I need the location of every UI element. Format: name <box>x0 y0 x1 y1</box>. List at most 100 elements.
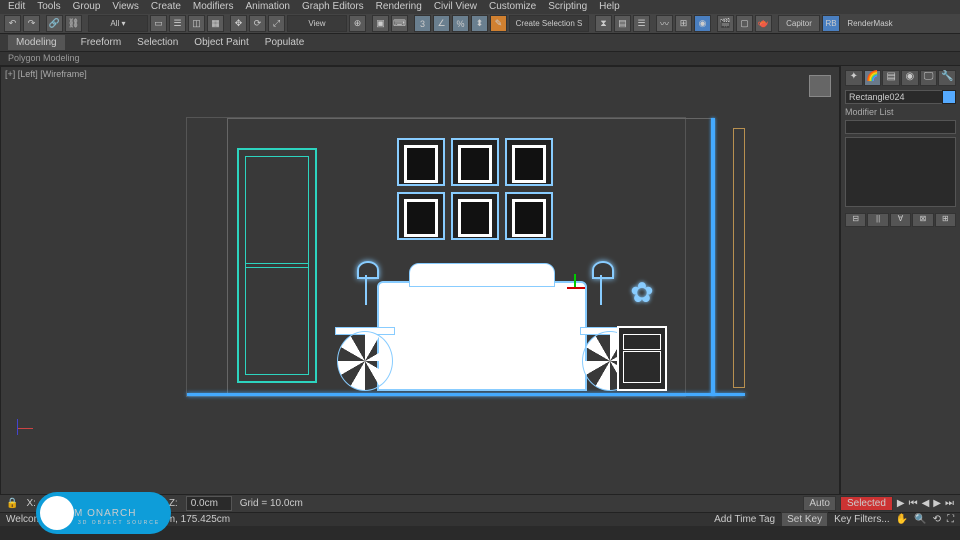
next-frame-icon[interactable]: ▶ <box>933 498 941 509</box>
tab-objectpaint[interactable]: Object Paint <box>194 37 248 48</box>
nightstand[interactable] <box>617 326 667 391</box>
select-manipulate-icon[interactable]: ▣ <box>372 15 389 32</box>
selection-filter-dropdown[interactable]: All ▾ <box>88 15 148 32</box>
keyboard-shortcut-icon[interactable]: ⌨ <box>391 15 408 32</box>
orbit-icon[interactable]: ⟲ <box>933 514 941 525</box>
modifier-stack[interactable] <box>845 137 956 207</box>
select-icon[interactable]: ▭ <box>150 15 167 32</box>
menu-help[interactable]: Help <box>599 1 620 13</box>
x-label: X: <box>26 498 35 509</box>
modify-tab-icon[interactable]: 🌈 <box>864 70 882 86</box>
menu-scripting[interactable]: Scripting <box>548 1 587 13</box>
mirror-icon[interactable]: ⧗ <box>595 15 612 32</box>
utilities-tab-icon[interactable]: 🔧 <box>938 70 956 86</box>
menu-group[interactable]: Group <box>73 1 101 13</box>
modifier-list-dropdown[interactable] <box>845 120 956 134</box>
motion-tab-icon[interactable]: ◉ <box>901 70 919 86</box>
rendermask-badge-icon[interactable]: RB <box>822 15 840 32</box>
ribbon-panel-label: Polygon Modeling <box>0 52 960 66</box>
bed-object[interactable] <box>377 281 587 391</box>
display-tab-icon[interactable]: 🖵 <box>920 70 938 86</box>
curve-editor-icon[interactable]: 〰 <box>656 15 673 32</box>
percent-snap-icon[interactable]: % <box>452 15 469 32</box>
hierarchy-tab-icon[interactable]: ▤ <box>882 70 900 86</box>
set-key-button[interactable]: Set Key <box>781 512 828 527</box>
menu-rendering[interactable]: Rendering <box>376 1 422 13</box>
menu-modifiers[interactable]: Modifiers <box>193 1 234 13</box>
spinner-snap-icon[interactable]: ⬍ <box>471 15 488 32</box>
rotate-icon[interactable]: ⟳ <box>249 15 266 32</box>
menu-tools[interactable]: Tools <box>37 1 60 13</box>
menu-bar[interactable]: Edit Tools Group Views Create Modifiers … <box>0 0 960 14</box>
undo-icon[interactable]: ↶ <box>4 15 21 32</box>
scale-icon[interactable]: ⤢ <box>268 15 285 32</box>
maximize-icon[interactable]: ⛶ <box>947 514 954 525</box>
menu-views[interactable]: Views <box>112 1 139 13</box>
render-setup-icon[interactable]: 🎬 <box>717 15 734 32</box>
grid-label: Grid = 10.0cm <box>240 498 303 509</box>
plant-object[interactable]: ✿ <box>622 276 662 326</box>
move-icon[interactable]: ✥ <box>230 15 247 32</box>
pivot-icon[interactable]: ⊕ <box>349 15 366 32</box>
viewcube[interactable] <box>809 75 831 97</box>
main-area: [+] [Left] [Wireframe] ✿ ✦ 🌈 ▤ ◉ <box>0 66 960 508</box>
window-crossing-icon[interactable]: ▦ <box>207 15 224 32</box>
angle-snap-icon[interactable]: ∠ <box>433 15 450 32</box>
redo-icon[interactable]: ↷ <box>23 15 40 32</box>
goto-end-icon[interactable]: ⏭ <box>945 498 954 509</box>
layer-icon[interactable]: ☰ <box>633 15 650 32</box>
select-name-icon[interactable]: ☰ <box>169 15 186 32</box>
add-time-tag[interactable]: Add Time Tag <box>714 514 775 525</box>
play-icon[interactable]: ▶ <box>897 498 905 509</box>
object-name-field[interactable]: Rectangle024 <box>845 90 956 104</box>
pin-stack-icon[interactable]: ⊟ <box>845 213 866 227</box>
link-icon[interactable]: 🔗 <box>46 15 63 32</box>
menu-edit[interactable]: Edit <box>8 1 25 13</box>
prev-frame-icon[interactable]: ◀ <box>922 498 930 509</box>
lock-selection-icon[interactable]: 🔒 <box>6 498 18 509</box>
z-coord-field[interactable]: 0.0cm <box>186 496 232 511</box>
tab-freeform[interactable]: Freeform <box>81 37 122 48</box>
menu-grapheditors[interactable]: Graph Editors <box>302 1 364 13</box>
tab-modeling[interactable]: Modeling <box>8 35 65 50</box>
named-selection-dropdown[interactable]: Create Selection S <box>509 15 589 32</box>
door-object[interactable] <box>237 148 317 383</box>
tab-populate[interactable]: Populate <box>265 37 304 48</box>
menu-animation[interactable]: Animation <box>245 1 289 13</box>
transform-gizmo-icon[interactable] <box>567 280 583 296</box>
selected-button[interactable]: Selected <box>840 496 893 511</box>
select-region-icon[interactable]: ◫ <box>188 15 205 32</box>
wall-right <box>711 118 715 396</box>
show-end-icon[interactable]: || <box>867 213 888 227</box>
edit-named-sel-icon[interactable]: ✎ <box>490 15 507 32</box>
make-unique-icon[interactable]: ∀ <box>890 213 911 227</box>
pan-icon[interactable]: ✋ <box>896 514 908 525</box>
viewport[interactable]: [+] [Left] [Wireframe] ✿ <box>0 66 840 508</box>
align-icon[interactable]: ▤ <box>614 15 631 32</box>
menu-civilview[interactable]: Civil View <box>434 1 477 13</box>
menu-customize[interactable]: Customize <box>489 1 536 13</box>
snap-toggle-icon[interactable]: 3 <box>414 15 431 32</box>
capitor-button[interactable]: Capitor <box>778 15 820 32</box>
zoom-icon[interactable]: 🔍 <box>914 514 926 525</box>
tab-selection[interactable]: Selection <box>137 37 178 48</box>
material-editor-icon[interactable]: ◉ <box>694 15 711 32</box>
auto-key-button[interactable]: Auto <box>803 496 836 511</box>
render-icon[interactable]: 🫖 <box>755 15 772 32</box>
lamp-right[interactable] <box>582 261 622 301</box>
menu-create[interactable]: Create <box>151 1 181 13</box>
schematic-icon[interactable]: ⊞ <box>675 15 692 32</box>
configure-sets-icon[interactable]: ⊞ <box>935 213 956 227</box>
wall-trim <box>733 128 745 388</box>
create-tab-icon[interactable]: ✦ <box>845 70 863 86</box>
render-frame-icon[interactable]: ▢ <box>736 15 753 32</box>
viewport-label[interactable]: [+] [Left] [Wireframe] <box>5 69 87 79</box>
key-filters-button[interactable]: Key Filters... <box>834 514 890 525</box>
goto-start-icon[interactable]: ⏮ <box>909 498 918 509</box>
unlink-icon[interactable]: ⛓ <box>65 15 82 32</box>
ref-coord-dropdown[interactable]: View <box>287 15 347 32</box>
picture-frames[interactable] <box>397 138 553 240</box>
object-color-swatch[interactable] <box>942 90 956 104</box>
remove-mod-icon[interactable]: ⊠ <box>912 213 933 227</box>
side-table-left[interactable] <box>337 331 393 391</box>
